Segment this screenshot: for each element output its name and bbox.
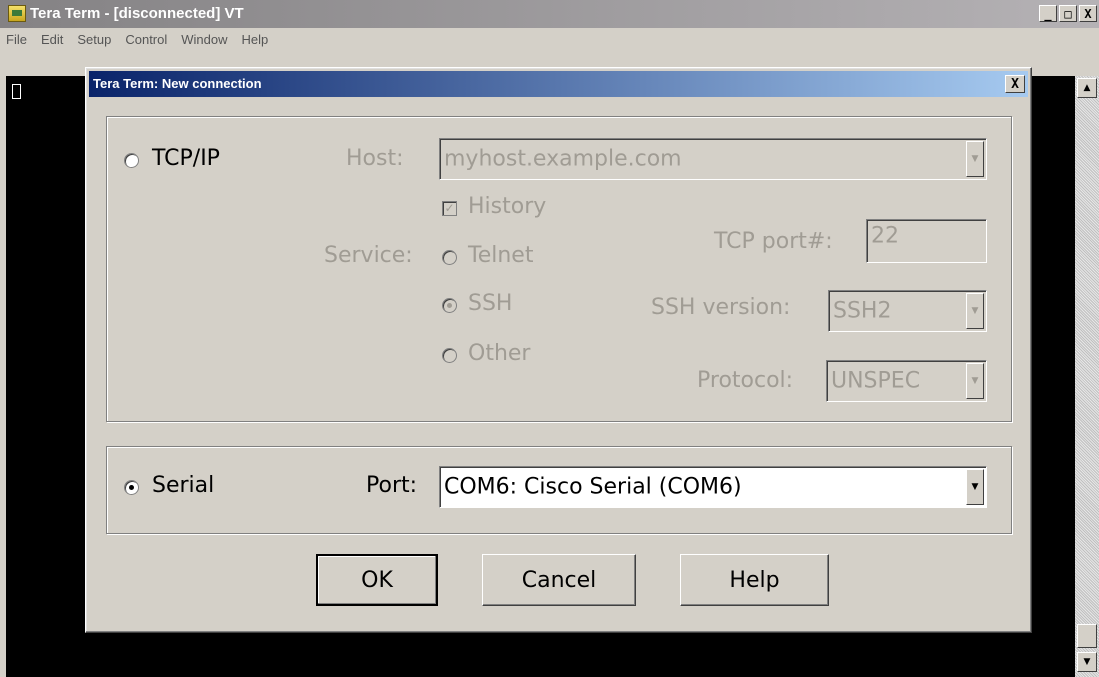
host-label: Host: [346, 146, 404, 171]
ssh-label: SSH [468, 291, 513, 316]
ssh-version-value: SSH2 [833, 298, 892, 324]
tcpip-label: TCP/IP [152, 146, 220, 171]
tcp-port-value: 22 [871, 223, 899, 249]
new-connection-dialog: Tera Term: New connection X TCP/IP Host:… [85, 67, 1032, 633]
maximize-button[interactable]: □ [1059, 5, 1077, 22]
menu-help[interactable]: Help [242, 32, 269, 47]
terminal-cursor [12, 84, 21, 99]
other-radio[interactable] [442, 348, 457, 363]
menu-bar: File Edit Setup Control Window Help [0, 28, 1099, 50]
menu-edit[interactable]: Edit [41, 32, 63, 47]
serial-port-value: COM6: Cisco Serial (COM6) [444, 474, 742, 500]
tera-term-app-icon[interactable] [8, 5, 26, 22]
host-dropdown[interactable]: myhost.example.com ▼ [439, 138, 987, 180]
minimize-button[interactable]: _ [1039, 5, 1057, 22]
scroll-up-arrow-icon[interactable]: ▲ [1077, 78, 1097, 98]
cancel-button[interactable]: Cancel [482, 554, 636, 606]
scroll-thumb[interactable] [1077, 624, 1097, 648]
protocol-value: UNSPEC [831, 368, 921, 394]
ssh-radio[interactable] [442, 298, 457, 313]
host-chevron-down-icon[interactable]: ▼ [966, 141, 984, 177]
help-button[interactable]: Help [680, 554, 829, 606]
tcp-port-label: TCP port#: [714, 229, 833, 254]
other-label: Other [468, 341, 531, 366]
serial-label: Serial [152, 473, 215, 498]
ssh-version-label: SSH version: [651, 295, 791, 320]
history-checkbox[interactable]: ✓ [442, 201, 457, 216]
service-label: Service: [324, 243, 413, 268]
telnet-radio[interactable] [442, 250, 457, 265]
menu-setup[interactable]: Setup [77, 32, 111, 47]
serial-radio[interactable] [124, 480, 139, 495]
telnet-label: Telnet [468, 243, 534, 268]
vertical-scrollbar[interactable]: ▲ ▼ [1075, 76, 1099, 677]
host-value: myhost.example.com [444, 146, 682, 172]
serial-port-dropdown[interactable]: COM6: Cisco Serial (COM6) ▼ [439, 466, 987, 508]
close-button[interactable]: X [1079, 5, 1097, 22]
protocol-label: Protocol: [697, 368, 794, 393]
main-window-titlebar[interactable]: Tera Term - [disconnected] VT _ □ X [0, 0, 1099, 28]
tcp-port-input[interactable]: 22 [866, 219, 987, 263]
window-title: Tera Term - [disconnected] VT [30, 5, 244, 22]
dialog-titlebar[interactable]: Tera Term: New connection X [89, 71, 1028, 97]
port-label: Port: [366, 473, 418, 498]
menu-window[interactable]: Window [181, 32, 227, 47]
menu-control[interactable]: Control [125, 32, 167, 47]
protocol-chevron-down-icon[interactable]: ▼ [966, 363, 984, 399]
dialog-close-button[interactable]: X [1005, 75, 1025, 93]
serial-port-chevron-down-icon[interactable]: ▼ [966, 469, 984, 505]
ssh-version-dropdown[interactable]: SSH2 ▼ [828, 290, 987, 332]
ssh-version-chevron-down-icon[interactable]: ▼ [966, 293, 984, 329]
menu-file[interactable]: File [6, 32, 27, 47]
ok-button[interactable]: OK [316, 554, 438, 606]
history-label: History [468, 194, 547, 219]
scroll-down-arrow-icon[interactable]: ▼ [1077, 652, 1097, 672]
protocol-dropdown[interactable]: UNSPEC ▼ [826, 360, 987, 402]
tcpip-radio[interactable] [124, 153, 139, 168]
dialog-title: Tera Term: New connection [93, 76, 262, 91]
